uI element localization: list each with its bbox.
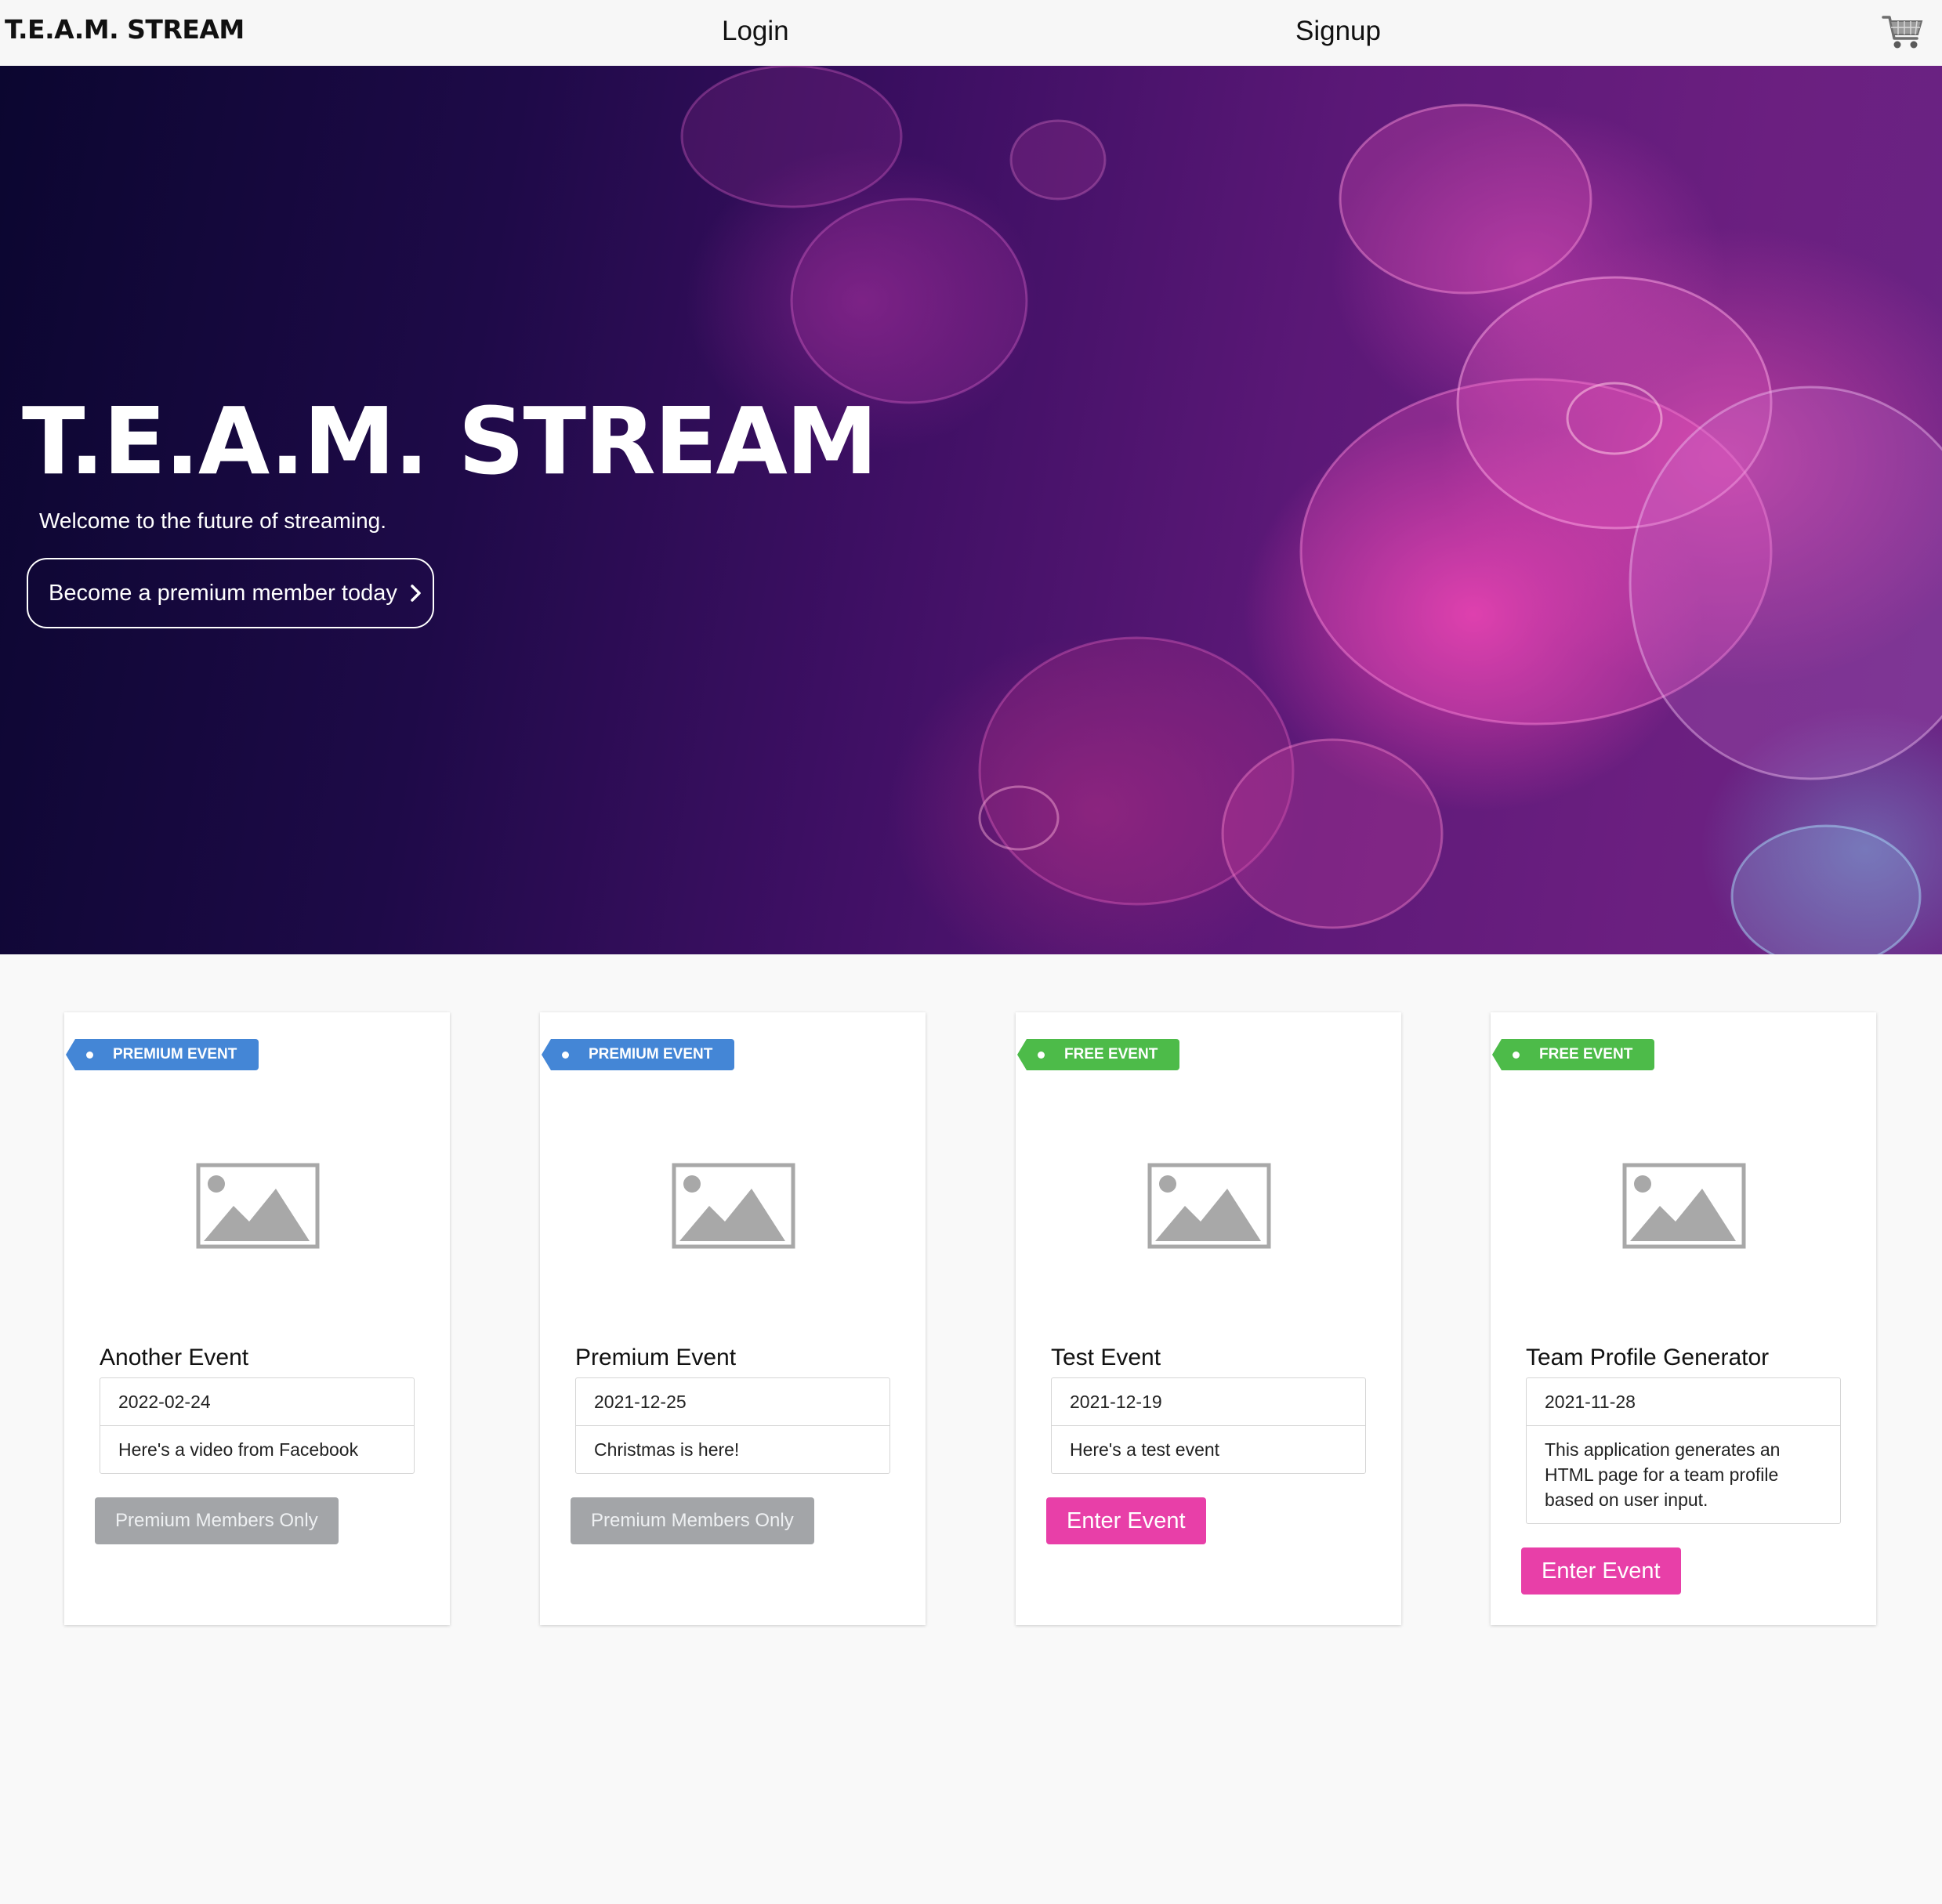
event-details: 2021-11-28 This application generates an… — [1526, 1377, 1841, 1524]
event-title: Test Event — [1051, 1345, 1161, 1370]
event-description: Here's a video from Facebook — [100, 1425, 414, 1473]
tag-hole-icon — [1513, 1052, 1520, 1059]
badge-label: PREMIUM EVENT — [589, 1046, 713, 1062]
event-details: 2021-12-19 Here's a test event — [1051, 1377, 1366, 1474]
hero-banner: T.E.A.M. STREAM Welcome to the future of… — [0, 66, 1942, 954]
image-placeholder-icon — [1147, 1163, 1271, 1249]
hero-subtitle: Welcome to the future of streaming. — [39, 509, 387, 533]
enter-event-button[interactable]: Enter Event — [1521, 1547, 1681, 1595]
badge-label: FREE EVENT — [1539, 1046, 1633, 1062]
premium-event-badge: PREMIUM EVENT — [541, 1039, 735, 1070]
event-date: 2021-12-19 — [1070, 1392, 1162, 1412]
hero-title: T.E.A.M. STREAM — [22, 387, 878, 495]
tag-hole-icon — [562, 1052, 569, 1059]
event-date: 2021-12-25 — [594, 1392, 687, 1412]
badge-label: PREMIUM EVENT — [113, 1046, 237, 1062]
premium-members-only-button[interactable]: Premium Members Only — [571, 1497, 814, 1544]
event-date: 2021-11-28 — [1545, 1392, 1636, 1412]
event-title: Premium Event — [575, 1345, 737, 1370]
event-title: Another Event — [100, 1345, 249, 1370]
badge-label: FREE EVENT — [1064, 1046, 1158, 1062]
event-card: FREE EVENT Team Profile Generator 2021-1… — [1491, 1012, 1876, 1625]
event-card: FREE EVENT Test Event 2021-12-19 Here's … — [1016, 1012, 1401, 1625]
event-title: Team Profile Generator — [1526, 1345, 1770, 1370]
image-placeholder-icon — [1622, 1163, 1746, 1249]
image-placeholder-icon — [196, 1163, 320, 1249]
event-date: 2022-02-24 — [118, 1392, 211, 1412]
event-details: 2021-12-25 Christmas is here! — [575, 1377, 890, 1474]
event-description: Christmas is here! — [576, 1425, 889, 1473]
brand-logo[interactable]: T.E.A.M. STREAM — [5, 14, 245, 45]
event-card: PREMIUM EVENT Another Event 2022-02-24 H… — [64, 1012, 450, 1625]
enter-event-button[interactable]: Enter Event — [1046, 1497, 1206, 1544]
tag-hole-icon — [86, 1052, 93, 1059]
premium-member-button-label: Become a premium member today — [49, 580, 397, 606]
event-card: PREMIUM EVENT Premium Event 2021-12-25 C… — [540, 1012, 926, 1625]
login-link[interactable]: Login — [722, 16, 789, 47]
signup-link[interactable]: Signup — [1295, 16, 1381, 47]
tag-hole-icon — [1038, 1052, 1045, 1059]
premium-members-only-button[interactable]: Premium Members Only — [95, 1497, 339, 1544]
top-navbar: T.E.A.M. STREAM Login Signup — [0, 0, 1942, 67]
event-description: Here's a test event — [1052, 1425, 1365, 1473]
event-details: 2022-02-24 Here's a video from Facebook — [100, 1377, 415, 1474]
event-description: This application generates an HTML page … — [1527, 1425, 1840, 1523]
image-placeholder-icon — [672, 1163, 795, 1249]
shopping-cart-icon[interactable] — [1881, 13, 1925, 52]
chevron-right-icon — [411, 585, 421, 602]
premium-event-badge: PREMIUM EVENT — [65, 1039, 259, 1070]
free-event-badge: FREE EVENT — [1491, 1039, 1655, 1070]
premium-member-button[interactable]: Become a premium member today — [27, 558, 434, 628]
free-event-badge: FREE EVENT — [1016, 1039, 1180, 1070]
